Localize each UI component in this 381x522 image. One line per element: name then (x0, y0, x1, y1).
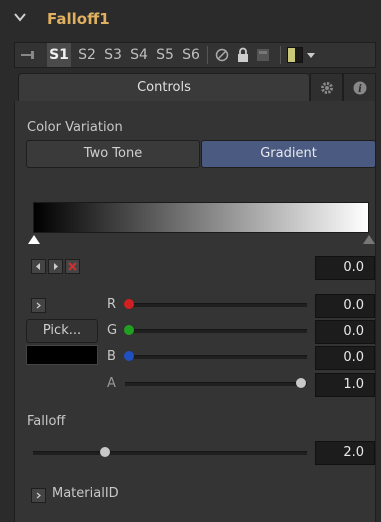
materialid-label: MaterialID (52, 486, 119, 501)
slider-knob-g[interactable] (124, 325, 134, 335)
version-slot-s5[interactable]: S5 (153, 43, 177, 67)
gradient-bar[interactable] (33, 202, 369, 233)
node-header: Falloff1 (0, 0, 381, 40)
slider-track-a[interactable] (125, 382, 307, 386)
slider-knob-a[interactable] (296, 378, 306, 388)
gradient-stop-value[interactable]: 0.0 (315, 256, 375, 280)
falloff-value[interactable]: 2.0 (315, 441, 375, 465)
lock-icon[interactable] (237, 47, 249, 63)
close-icon (68, 262, 77, 271)
node-toolbar: S1 S2 S3 S4 S5 S6 (14, 42, 376, 68)
channel-label-g: G (107, 323, 118, 338)
channel-label-r: R (107, 297, 117, 312)
channel-value-g[interactable]: 0.0 (315, 320, 375, 344)
two-tone-button[interactable]: Two Tone (26, 140, 200, 168)
tab-info[interactable]: i (343, 73, 376, 101)
disable-icon[interactable] (215, 48, 229, 62)
svg-text:i: i (358, 84, 362, 95)
slider-track-b[interactable] (125, 355, 307, 359)
channel-value-b[interactable]: 0.0 (315, 346, 375, 370)
channel-value-r[interactable]: 0.0 (315, 294, 375, 318)
chevron-right-icon (36, 492, 41, 499)
gear-icon (321, 82, 333, 94)
version-slot-s2[interactable]: S2 (75, 43, 99, 67)
falloff-label: Falloff (27, 414, 66, 429)
node-title: Falloff1 (47, 10, 110, 28)
tab-settings[interactable] (310, 73, 343, 101)
slider-knob-b[interactable] (124, 351, 134, 361)
cache-icon[interactable] (256, 48, 270, 62)
gradient-stop-start-icon[interactable] (28, 235, 40, 244)
falloff-slider-track[interactable] (33, 451, 307, 455)
next-stop-button[interactable] (48, 259, 63, 274)
expand-materialid-button[interactable] (31, 488, 46, 503)
version-slot-s4[interactable]: S4 (127, 43, 151, 67)
chevron-down-icon[interactable] (307, 53, 315, 59)
chevron-down-icon[interactable] (14, 12, 26, 22)
slider-knob-r[interactable] (124, 299, 134, 309)
arrow-right-icon (54, 263, 58, 270)
channel-value-a[interactable]: 1.0 (315, 373, 375, 397)
version-slot-s6[interactable]: S6 (179, 43, 203, 67)
tab-bar: Controls i (14, 73, 376, 103)
color-swatch[interactable] (26, 345, 98, 365)
delete-stop-button[interactable] (65, 259, 80, 274)
channel-label-a: A (107, 376, 116, 391)
chevron-right-icon (36, 302, 41, 309)
toolbar-divider (207, 46, 208, 64)
prev-stop-button[interactable] (31, 259, 46, 274)
slider-track-g[interactable] (125, 329, 307, 333)
falloff-slider-knob[interactable] (100, 447, 110, 457)
pick-button[interactable]: Pick... (26, 319, 98, 343)
version-slot-s3[interactable]: S3 (101, 43, 125, 67)
gradient-stop-end-icon[interactable] (363, 235, 375, 244)
expand-color-button[interactable] (31, 298, 46, 313)
arrow-left-icon (36, 263, 40, 270)
gradient-button[interactable]: Gradient (201, 140, 376, 168)
channel-label-b: B (107, 349, 116, 364)
color-swatch-icon[interactable] (287, 47, 303, 63)
info-icon: i (353, 81, 367, 95)
version-slot-s1[interactable]: S1 (47, 43, 71, 67)
color-variation-label: Color Variation (27, 120, 123, 135)
slider-track-r[interactable] (125, 303, 307, 307)
tab-controls[interactable]: Controls (18, 73, 310, 101)
toolbar-divider (280, 46, 281, 64)
pin-icon[interactable] (19, 49, 37, 61)
